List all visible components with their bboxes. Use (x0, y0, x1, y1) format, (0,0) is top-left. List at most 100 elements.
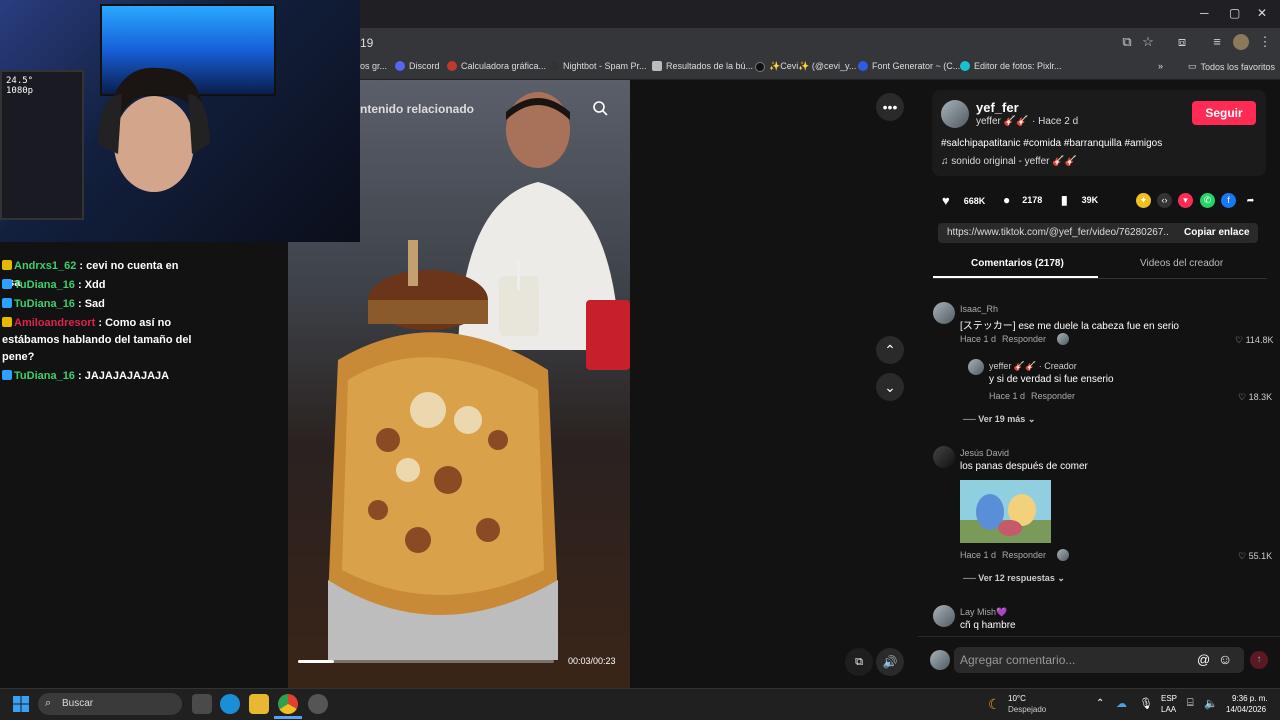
tray-expand-icon[interactable]: ⌃ (1096, 698, 1104, 709)
reading-list-icon[interactable]: ≡ (1209, 34, 1225, 50)
comment-sticker-image[interactable] (960, 480, 1051, 543)
post-sound[interactable]: ♫ sonido original - yeffer 🎸🎸 (941, 156, 1077, 167)
pixlr-icon (960, 61, 970, 71)
menu-icon[interactable]: ⋮ (1257, 34, 1273, 50)
previous-video-button[interactable]: ⌃ (876, 336, 904, 364)
obs-icon[interactable] (308, 694, 328, 714)
more-replies-button[interactable]: ── Ver 12 respuestas ⌄ (963, 573, 1065, 584)
facebook-icon[interactable]: f (1221, 193, 1236, 208)
profile-avatar[interactable] (1233, 34, 1249, 50)
reply-button[interactable]: Responder (1002, 550, 1046, 560)
tab-creator-videos[interactable]: Videos del creador (1140, 258, 1223, 269)
reply-button[interactable]: Responder (1031, 391, 1075, 401)
keyboard-layout[interactable]: LAA (1161, 705, 1176, 714)
commenter-avatar[interactable] (933, 446, 955, 468)
commenter-avatar[interactable] (933, 302, 955, 324)
comment-likes[interactable]: ♡ 55.1K (1238, 551, 1272, 562)
bookmark-item[interactable]: Discord (395, 61, 440, 71)
mention-icon[interactable]: @ (1197, 652, 1210, 667)
minimize-button[interactable]: ─ (1200, 6, 1209, 20)
maximize-button[interactable]: ▢ (1229, 6, 1240, 20)
send-to-friends-icon[interactable]: ▾ (1178, 193, 1193, 208)
weather-icon[interactable]: ☾ (988, 696, 1001, 713)
video-progress-track[interactable] (298, 660, 554, 663)
font-icon (858, 61, 868, 71)
chat-message: TuDiana_16 : Sad (2, 296, 198, 313)
language-code[interactable]: ESP (1161, 694, 1177, 703)
file-explorer-icon[interactable] (249, 694, 269, 714)
comment-likes[interactable]: ♡ 114.8K (1235, 335, 1273, 346)
microphone-icon[interactable]: 🎙 (1139, 697, 1153, 710)
tabs-divider (933, 278, 1267, 279)
bookmark-item[interactable]: Calculadora gráfica... (447, 61, 546, 71)
embed-icon[interactable]: ‹› (1157, 193, 1172, 208)
related-search-placeholder[interactable]: ntenido relacionado (360, 102, 474, 116)
bookmark-item[interactable]: Editor de fotos: Pixlr... (960, 61, 1062, 71)
author-avatar[interactable] (941, 100, 969, 128)
more-options-button[interactable]: ••• (876, 93, 904, 121)
clock-time[interactable]: 9:36 p. m. (1232, 694, 1268, 703)
more-replies-button[interactable]: ── Ver 19 más ⌄ (963, 414, 1035, 425)
bookmark-item[interactable]: Font Generator ~ (C... (858, 61, 960, 71)
share-icon[interactable]: ➦ (1243, 193, 1258, 208)
bookmark-item[interactable]: Resultados de la bú... (652, 61, 753, 71)
coin-icon[interactable]: ✦ (1136, 193, 1151, 208)
post-hashtags[interactable]: #salchipapatitanic #comida #barranquilla… (941, 138, 1162, 149)
follow-button[interactable]: Seguir (1192, 101, 1256, 125)
comment-author[interactable]: Jesús David (960, 448, 1009, 458)
reply-author[interactable]: yeffer 🎸🎸 · Creador (989, 361, 1077, 372)
save-action[interactable]: ▮ 39K (1061, 193, 1098, 207)
whatsapp-icon[interactable]: ✆ (1200, 193, 1215, 208)
copy-link-button[interactable]: Copiar enlace (1184, 227, 1250, 238)
star-icon[interactable]: ☆ (1140, 34, 1156, 50)
weather-desc[interactable]: Despejado (1008, 705, 1046, 714)
emoji-icon[interactable]: ☺ (1218, 651, 1232, 667)
volume-button[interactable]: 🔊 (876, 648, 904, 676)
author-handle[interactable]: yeffer 🎸🎸 (976, 116, 1029, 127)
video-progress-fill (298, 660, 334, 663)
reply-avatar[interactable] (968, 359, 984, 375)
comment-action[interactable]: ● 2178 (1003, 193, 1042, 207)
clock-date[interactable]: 14/04/2026 (1226, 705, 1266, 714)
chrome-icon[interactable] (278, 694, 298, 714)
windows-start-icon[interactable] (13, 696, 29, 712)
post-link[interactable]: https://www.tiktok.com/@yef_fer/video/76… (947, 227, 1169, 238)
speaker-icon[interactable]: 🔈 (1204, 697, 1218, 710)
comment-author[interactable]: Isaac_Rh (960, 304, 998, 314)
weather-temp[interactable]: 10°C (1008, 694, 1026, 703)
my-avatar[interactable] (930, 650, 950, 670)
send-comment-button[interactable]: ↑ (1250, 651, 1268, 669)
comment-placeholder[interactable]: Agregar comentario... (960, 653, 1075, 667)
commenter-avatar[interactable] (933, 605, 955, 627)
bookmark-item[interactable]: os gr... (360, 61, 387, 71)
heart-icon: ♥ (942, 193, 950, 208)
like-action[interactable]: ♥ 668K (942, 193, 985, 208)
bookmark-item[interactable]: ✨Cevi✨ (@cevi_y... (755, 61, 856, 72)
close-window-button[interactable]: ✕ (1257, 6, 1267, 20)
comment-text: los panas después de comer (960, 461, 1088, 472)
badge-icon (2, 279, 12, 289)
comment-text: cñ q hambre (960, 620, 1016, 631)
search-icon[interactable] (592, 100, 608, 116)
miniplayer-button[interactable]: ⧉ (845, 648, 873, 676)
bookmarks-overflow-icon[interactable]: » (1158, 61, 1163, 71)
reply-button[interactable]: Responder (1002, 334, 1046, 344)
onedrive-icon[interactable]: ☁ (1116, 697, 1127, 710)
network-icon[interactable]: ⌸ (1187, 697, 1194, 710)
extensions-icon[interactable]: ⧈ (1174, 34, 1190, 50)
comment-icon: ● (1003, 193, 1011, 207)
comment-author[interactable]: Lay Mish💜 (960, 607, 1007, 618)
reply-likes[interactable]: ♡ 18.3K (1238, 392, 1272, 403)
taskbar-search-label[interactable]: Buscar (62, 698, 93, 709)
task-view-icon[interactable] (192, 694, 212, 714)
next-video-button[interactable]: ⌄ (876, 373, 904, 401)
url-text[interactable]: 19 (360, 36, 373, 50)
cast-icon[interactable]: ⧉ (1119, 34, 1135, 50)
red-container (586, 300, 630, 370)
bookmark-item[interactable]: Nightbot - Spam Pr... (549, 61, 647, 71)
author-name[interactable]: yef_fer (976, 100, 1019, 115)
taskbar-search[interactable] (38, 693, 182, 715)
edge-icon[interactable] (220, 694, 240, 714)
all-favorites[interactable]: ▭ Todos los favoritos (1188, 61, 1275, 72)
tab-comments[interactable]: Comentarios (2178) (971, 258, 1064, 269)
